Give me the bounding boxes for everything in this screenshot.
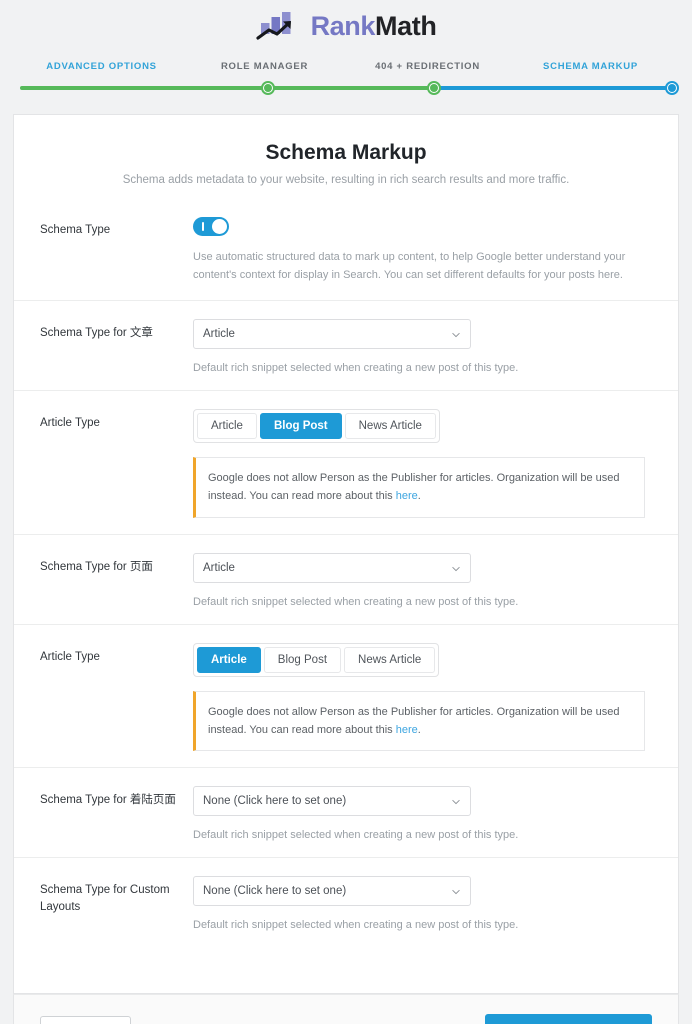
page-article-type-option-blog-post[interactable]: Blog Post <box>263 646 342 673</box>
settings-card: Schema Markup Schema adds metadata to yo… <box>13 114 679 994</box>
chevron-down-icon <box>452 333 460 338</box>
row-post-article-type: Article Type Article Blog Post News Arti… <box>14 390 678 533</box>
progress-dot-role-manager[interactable] <box>260 81 275 95</box>
logo-rank: Rank <box>310 10 376 41</box>
row-post-schema-type: Schema Type for 文章 Article Default rich … <box>14 300 678 390</box>
progress-dot-404-redirection[interactable] <box>427 81 442 95</box>
row-page-schema-type: Schema Type for 页面 Article Default rich … <box>14 533 678 624</box>
progress-segment-3 <box>434 86 672 90</box>
progress-track <box>20 81 679 95</box>
schema-type-toggle[interactable] <box>193 217 229 236</box>
row-page-article-type: Article Type Article Blog Post News Arti… <box>14 623 678 767</box>
post-notice-link[interactable]: here <box>396 490 418 502</box>
post-article-type-option-article[interactable]: Article <box>197 413 257 440</box>
label-page-article-type: Article Type <box>40 650 100 663</box>
custom-layouts-schema-type-help: Default rich snippet selected when creat… <box>193 918 519 931</box>
settings-rows: Schema Type Use automatic structured dat… <box>14 190 678 947</box>
page-title: Schema Markup <box>265 141 427 164</box>
logo-math: Math <box>375 10 437 41</box>
page-article-type-option-news-article[interactable]: News Article <box>344 646 436 673</box>
chevron-down-icon <box>452 799 460 805</box>
landing-schema-type-value: None (Click here to set one) <box>203 794 347 807</box>
post-publisher-notice: Google does not allow Person as the Publ… <box>193 457 645 518</box>
step-label-role-manager[interactable]: ROLE MANAGER <box>183 61 346 72</box>
label-landing-schema-type: Schema Type for 着陆页面 <box>40 793 176 806</box>
logo-wordmark: RankMath <box>310 10 437 41</box>
post-schema-type-select[interactable]: Article <box>193 319 471 350</box>
page-notice-text-end: . <box>417 723 421 736</box>
card-header: Schema Markup Schema adds metadata to yo… <box>14 115 678 186</box>
toggle-knob <box>212 219 227 234</box>
chevron-down-icon <box>452 889 460 895</box>
field-schema-type: Use automatic structured data to mark up… <box>193 216 652 284</box>
row-schema-type: Schema Type Use automatic structured dat… <box>14 204 678 300</box>
page-publisher-notice: Google does not allow Person as the Publ… <box>193 690 645 751</box>
field-page-article-type: Article Blog Post News Article Google do… <box>193 642 652 751</box>
field-page-schema-type: Article Default rich snippet selected wh… <box>193 552 652 608</box>
custom-layouts-schema-type-select[interactable]: None (Click here to set one) <box>193 875 471 906</box>
post-schema-type-value: Article <box>203 328 235 341</box>
post-article-type-option-blog-post[interactable]: Blog Post <box>259 413 342 440</box>
field-landing-schema-type: None (Click here to set one) Default ric… <box>193 785 652 841</box>
page-article-type-option-article[interactable]: Article <box>197 646 261 673</box>
post-notice-text-end: . <box>417 490 421 503</box>
label-schema-type: Schema Type <box>40 224 111 236</box>
toggle-on-mark <box>202 222 204 231</box>
label-post-article-type: Article Type <box>40 417 100 430</box>
schema-type-help: Use automatic structured data to mark up… <box>193 251 626 282</box>
chevron-down-icon <box>452 566 460 571</box>
save-and-continue-button[interactable]: Save and Continue <box>485 1014 652 1024</box>
field-post-article-type: Article Blog Post News Article Google do… <box>193 409 652 518</box>
field-custom-layouts-schema-type: None (Click here to set one) Default ric… <box>193 875 652 931</box>
page-schema-type-select[interactable]: Article <box>193 552 471 583</box>
progress-segment-1 <box>20 86 268 90</box>
progress-segment-2 <box>267 86 434 90</box>
row-custom-layouts-schema-type: Schema Type for Custom Layouts None (Cli… <box>14 856 678 947</box>
step-label-advanced-options[interactable]: ADVANCED OPTIONS <box>20 61 183 72</box>
wizard-progress: ADVANCED OPTIONS ROLE MANAGER 404 + REDI… <box>0 52 692 114</box>
label-post-schema-type: Schema Type for 文章 <box>40 327 153 340</box>
field-post-schema-type: Article Default rich snippet selected wh… <box>193 319 652 374</box>
wizard-footer: Skip Step Save and Continue <box>13 994 679 1024</box>
label-page-schema-type: Schema Type for 页面 <box>40 560 153 573</box>
page-subtitle: Schema adds metadata to your website, re… <box>122 174 570 186</box>
wizard-page: RankMath ADVANCED OPTIONS ROLE MANAGER 4… <box>0 0 692 1024</box>
page-notice-link[interactable]: here <box>396 724 418 736</box>
post-article-type-group: Article Blog Post News Article <box>193 409 440 444</box>
step-label-404-redirection[interactable]: 404 + REDIRECTION <box>346 61 509 72</box>
page-schema-type-help: Default rich snippet selected when creat… <box>193 595 519 608</box>
landing-schema-type-help: Default rich snippet selected when creat… <box>193 828 519 841</box>
step-label-schema-markup[interactable]: SCHEMA MARKUP <box>509 61 672 72</box>
step-label-row: ADVANCED OPTIONS ROLE MANAGER 404 + REDI… <box>20 61 672 72</box>
row-landing-schema-type: Schema Type for 着陆页面 None (Click here to… <box>14 766 678 857</box>
page-article-type-group: Article Blog Post News Article <box>193 642 440 677</box>
page-schema-type-value: Article <box>203 561 235 574</box>
post-article-type-option-news-article[interactable]: News Article <box>344 413 436 440</box>
post-schema-type-help: Default rich snippet selected when creat… <box>193 362 519 375</box>
brand-header: RankMath <box>0 0 692 52</box>
custom-layouts-schema-type-value: None (Click here to set one) <box>203 884 347 897</box>
skip-step-button[interactable]: Skip Step <box>40 1016 132 1024</box>
rankmath-logo: RankMath <box>255 9 437 43</box>
progress-dot-schema-markup[interactable] <box>665 81 679 95</box>
label-custom-layouts-schema-type: Schema Type for Custom Layouts <box>40 883 170 913</box>
bar-chart-arrow-icon <box>255 12 291 40</box>
landing-schema-type-select[interactable]: None (Click here to set one) <box>193 785 471 816</box>
